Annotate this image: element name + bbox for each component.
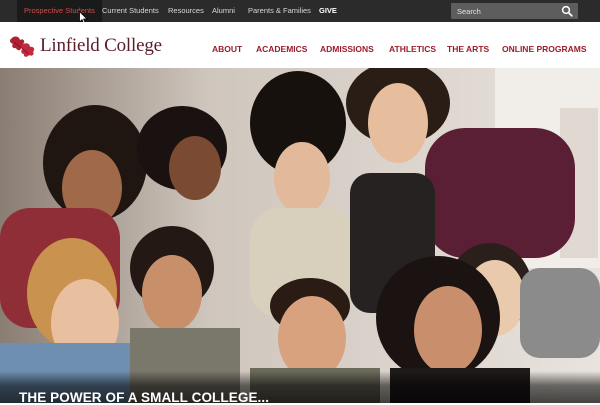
nav-the-arts[interactable]: THE ARTS [447,42,489,56]
utility-link-alumni[interactable]: Alumni [212,0,235,22]
utility-link-give[interactable]: GIVE [319,0,337,22]
main-header: Linfield College ABOUT ACADEMICS ADMISSI… [0,22,600,68]
nav-admissions[interactable]: ADMISSIONS [320,42,374,56]
oak-leaves-icon [9,36,35,57]
hero-banner[interactable] [0,68,600,403]
utility-link-resources[interactable]: Resources [168,0,204,22]
hero-photo [0,68,600,403]
utility-link-parents-families[interactable]: Parents & Families [248,0,311,22]
brand-name: Linfield College [40,35,162,56]
site-logo[interactable]: Linfield College [8,32,162,60]
nav-online-programs[interactable]: ONLINE PROGRAMS [502,42,587,56]
utility-link-current-students[interactable]: Current Students [102,0,159,22]
utility-bar: Prospective Students Current Students Re… [0,0,600,25]
nav-academics[interactable]: ACADEMICS [256,42,307,56]
search-input[interactable] [451,3,557,19]
nav-about[interactable]: ABOUT [212,42,242,56]
nav-athletics[interactable]: ATHLETICS [389,42,436,56]
search-icon[interactable] [561,5,573,17]
search-box [451,3,578,19]
utility-link-prospective-students[interactable]: Prospective Students [17,0,102,22]
